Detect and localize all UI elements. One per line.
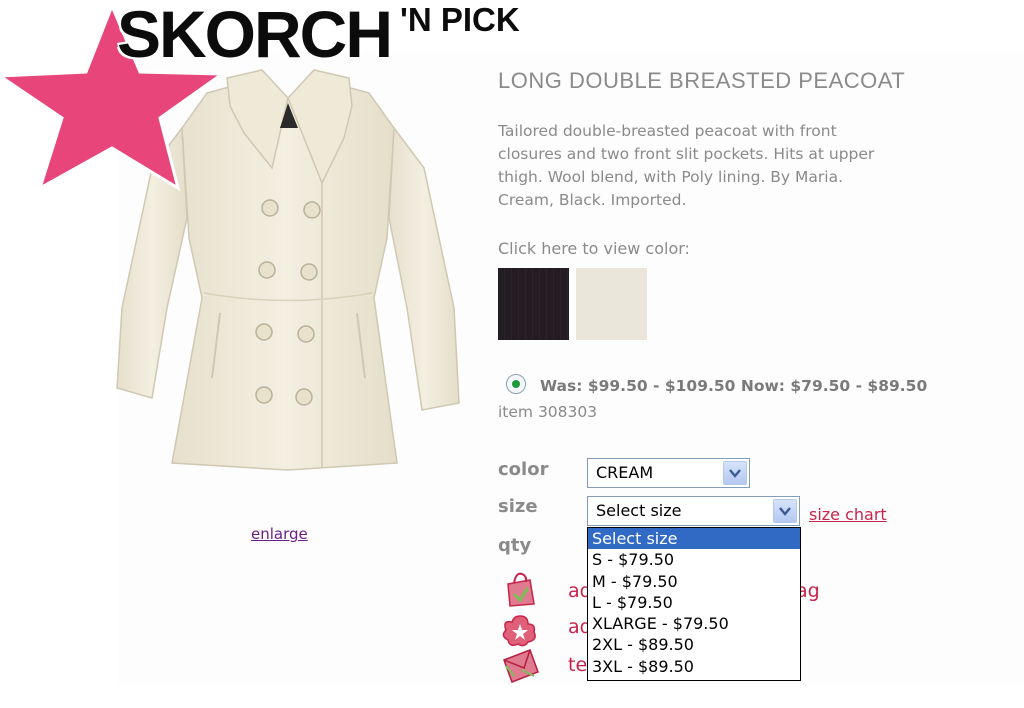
product-description: Tailored double-breasted peacoat with fr… <box>498 122 875 209</box>
tell-a-friend-link[interactable]: te <box>568 654 587 676</box>
size-option[interactable]: XLARGE - $79.50 <box>588 613 800 634</box>
chevron-down-icon[interactable] <box>723 461 747 485</box>
size-select[interactable]: Select size <box>587 496 800 526</box>
color-select[interactable]: CREAM <box>587 458 750 488</box>
qty-label: qty <box>498 535 532 556</box>
enlarge-link[interactable]: enlarge <box>251 525 308 543</box>
swatch-black[interactable] <box>498 268 569 340</box>
shopping-bag-icon[interactable] <box>500 570 540 608</box>
size-dropdown-list[interactable]: Select size S - $79.50 M - $79.50 L - $7… <box>587 527 801 681</box>
size-label: size <box>498 496 538 517</box>
logo-main-text: SKORCH <box>117 0 393 71</box>
logo-sub-text: 'N PICK <box>400 1 520 38</box>
color-label: color <box>498 459 549 480</box>
size-option[interactable]: S - $79.50 <box>588 549 800 570</box>
wishlist-flower-icon[interactable] <box>500 612 540 650</box>
size-option[interactable]: Select size <box>588 528 800 550</box>
price-radio[interactable] <box>506 374 526 394</box>
swatch-cream[interactable] <box>576 268 647 340</box>
color-hint-text: Click here to view color: <box>498 239 690 258</box>
product-title: LONG DOUBLE BREASTED PEACOAT <box>498 68 906 93</box>
size-option[interactable]: 2XL - $89.50 <box>588 634 800 655</box>
email-envelope-icon[interactable] <box>500 646 540 684</box>
size-option[interactable]: L - $79.50 <box>588 592 800 613</box>
price-text: Was: $99.50 - $109.50 Now: $79.50 - $89.… <box>540 377 928 395</box>
size-option[interactable]: M - $79.50 <box>588 571 800 592</box>
size-select-value: Select size <box>596 501 682 520</box>
size-chart-link[interactable]: size chart <box>809 505 887 524</box>
chevron-down-icon[interactable] <box>773 499 797 523</box>
color-select-value: CREAM <box>596 463 654 482</box>
item-number: item 308303 <box>498 403 598 421</box>
size-option[interactable]: 3XL - $89.50 <box>588 656 800 677</box>
